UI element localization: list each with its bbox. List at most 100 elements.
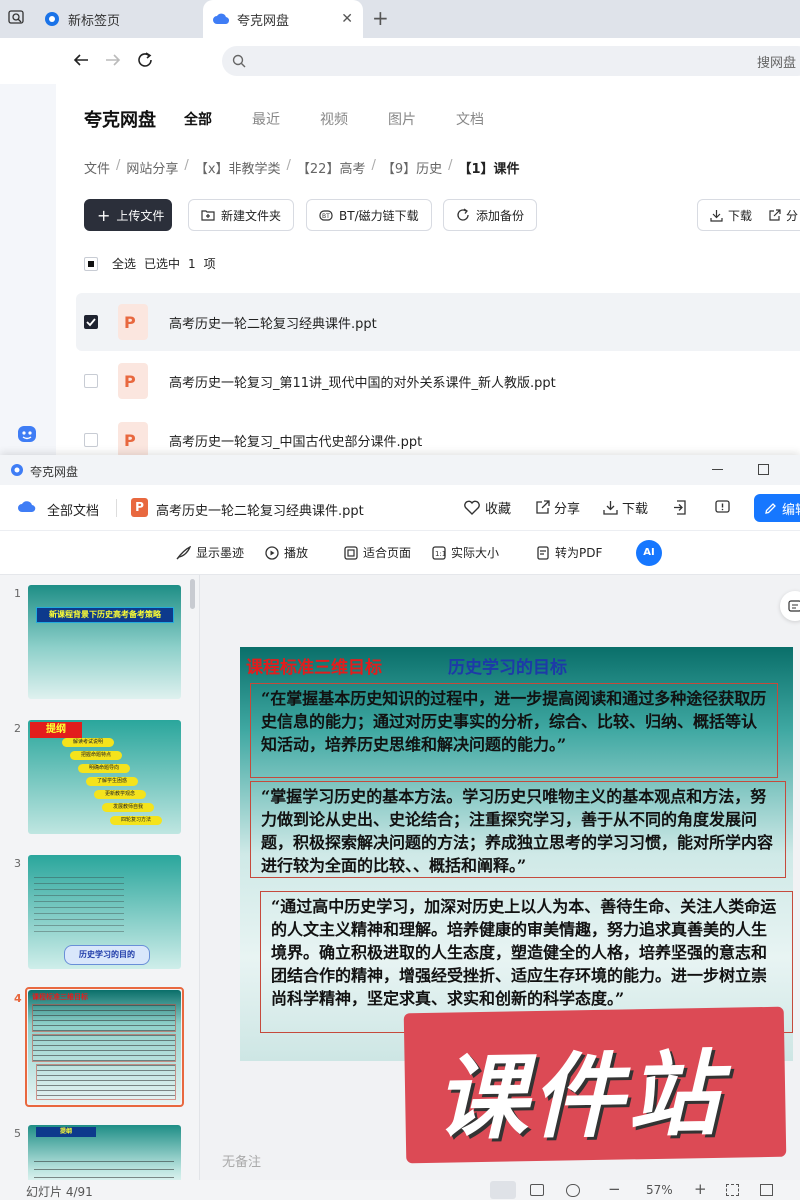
search-icon [232, 54, 246, 68]
select-all-checkbox[interactable] [84, 256, 98, 271]
new-folder-button[interactable]: 新建文件夹 [188, 199, 295, 231]
download-icon [603, 501, 618, 515]
share-button[interactable]: 分 [768, 207, 798, 224]
file-checkbox[interactable] [84, 315, 98, 329]
tab-recent[interactable]: 最近 [252, 109, 280, 129]
file-checkbox[interactable] [84, 374, 98, 388]
slide-thumbnail-3[interactable]: 历史学习的目的 [28, 855, 181, 969]
thumbnail-scrollbar[interactable] [190, 579, 195, 609]
report-icon[interactable] [715, 500, 730, 515]
app-logo: 夸克网盘 [84, 110, 156, 131]
viewer-window-title: 夸克网盘 [30, 465, 79, 479]
text-block-placeholder [34, 877, 124, 935]
breadcrumb-item[interactable]: 【9】历史 [382, 158, 442, 177]
language-icon[interactable] [566, 1184, 580, 1197]
fit-page-button[interactable]: 适合页面 [344, 544, 411, 561]
feather-icon [176, 545, 191, 559]
download-button[interactable]: 下载 [603, 498, 648, 517]
selected-unit: 项 [203, 257, 216, 271]
ai-assistant-button[interactable]: AI [636, 540, 662, 566]
new-tab-button[interactable]: + [372, 6, 389, 30]
outline-item: 发展教师自我 [102, 803, 154, 812]
slide-thumbnail-panel: 1 新课程背景下历史高考备考策略 2 提纲 解读考试说明 把握命题特点 明确命题… [0, 575, 200, 1180]
download-button[interactable]: 下载 [710, 207, 752, 224]
file-name[interactable]: 高考历史一轮二轮复习经典课件.ppt [169, 313, 377, 332]
breadcrumb-item[interactable]: 文件 [84, 158, 110, 177]
download-icon [710, 209, 723, 222]
tab-images[interactable]: 图片 [388, 109, 416, 129]
forward-icon[interactable] [104, 51, 122, 69]
add-backup-button[interactable]: 添加备份 [443, 199, 538, 231]
minimize-icon[interactable] [712, 469, 723, 471]
slide-thumbnail-1[interactable]: 新课程背景下历史高考备考策略 [28, 585, 181, 699]
tab-search-icon[interactable] [8, 10, 24, 26]
grid-view-icon[interactable] [530, 1184, 544, 1196]
tab-new-tab[interactable]: 新标签页 [44, 0, 194, 38]
show-ink-button[interactable]: 显示墨迹 [176, 544, 244, 561]
plus-icon: + [97, 205, 111, 225]
new-folder-label: 新建文件夹 [221, 208, 282, 223]
address-bar[interactable]: 搜网盘 [222, 46, 800, 76]
tab-video[interactable]: 视频 [320, 109, 348, 129]
watermark-stamp: 课件站 [403, 1006, 787, 1164]
file-checkbox[interactable] [84, 433, 98, 447]
file-name[interactable]: 高考历史一轮复习_第11讲_现代中国的对外关系课件_新人教版.ppt [169, 372, 556, 391]
zoom-in-icon[interactable]: + [694, 1180, 707, 1198]
ppt-file-icon: P [131, 498, 148, 517]
slide-thumbnail-5[interactable]: 提纲 [28, 1125, 181, 1180]
divider [116, 499, 117, 517]
slide-counter: 幻灯片 4/91 [26, 1185, 93, 1199]
thumbnail-title: 新课程背景下历史高考备考策略 [36, 607, 174, 623]
export-icon[interactable] [673, 500, 687, 515]
normal-view-icon[interactable] [490, 1181, 516, 1199]
favorite-button[interactable]: 收藏 [463, 498, 511, 517]
assistant-icon[interactable] [17, 424, 37, 444]
close-tab-icon[interactable]: ✕ [341, 11, 353, 27]
file-row[interactable]: P 高考历史一轮二轮复习经典课件.ppt [76, 293, 800, 351]
slide-tool-icon[interactable] [780, 591, 800, 621]
bt-download-button[interactable]: BT BT/磁力链下载 [306, 199, 432, 231]
edit-button[interactable]: 编辑 [754, 494, 800, 522]
all-docs-link[interactable]: 全部文档 [47, 500, 99, 519]
fullscreen-icon[interactable] [760, 1184, 773, 1196]
convert-pdf-button[interactable]: 转为PDF [536, 544, 602, 561]
favorite-label: 收藏 [485, 502, 512, 517]
fit-icon[interactable] [726, 1184, 739, 1196]
text-block-placeholder [32, 1004, 176, 1032]
select-all-label[interactable]: 全选 [112, 255, 136, 272]
slide-thumbnail-4[interactable]: 课程标准三维目标 [28, 990, 181, 1104]
cloud-icon [18, 500, 36, 514]
breadcrumb-item[interactable]: 【x】非教学类 [195, 158, 281, 177]
thumbnail-number: 2 [14, 722, 21, 735]
maximize-icon[interactable] [758, 464, 769, 475]
outline-item: 更新教学观念 [94, 790, 146, 799]
share-label: 分 [786, 208, 799, 223]
download-share-group: 下载 分 [697, 199, 800, 231]
pdf-icon [537, 545, 549, 560]
slide-title: 课程标准三维目标 [246, 658, 382, 678]
pencil-icon [765, 502, 776, 514]
slide-paragraph-1: “在掌握基本历史知识的过程中，进一步提高阅读和通过多种途径获取历史信息的能力；通… [250, 683, 778, 778]
back-icon[interactable] [72, 51, 90, 69]
file-row[interactable]: P 高考历史一轮复习_第11讲_现代中国的对外关系课件_新人教版.ppt [76, 352, 800, 410]
tab-docs[interactable]: 文档 [456, 109, 484, 129]
breadcrumb-item[interactable]: 网站分享 [126, 158, 178, 177]
slide-thumbnail-2[interactable]: 提纲 解读考试说明 把握命题特点 明确命题导向 了解学生困惑 更新教学观念 发展… [28, 720, 181, 834]
tab-all[interactable]: 全部 [184, 109, 212, 129]
share-button[interactable]: 分享 [535, 498, 580, 517]
globe-icon [45, 12, 59, 26]
notes-placeholder: 无备注 [222, 1155, 262, 1170]
play-button[interactable]: 播放 [265, 544, 308, 561]
actual-size-label: 实际大小 [451, 546, 500, 560]
breadcrumb-item[interactable]: 【22】高考 [297, 158, 366, 177]
reload-icon[interactable] [136, 51, 154, 69]
actual-size-button[interactable]: 1:1 实际大小 [432, 544, 499, 561]
tab-label: 夸克网盘 [237, 13, 290, 29]
zoom-out-icon[interactable]: − [608, 1180, 621, 1198]
tab-quark-drive[interactable]: 夸克网盘 ✕ [203, 0, 363, 38]
upload-label: 上传文件 [116, 208, 165, 223]
upload-button[interactable]: + 上传文件 [84, 199, 172, 231]
file-name[interactable]: 高考历史一轮复习_中国古代史部分课件.ppt [169, 431, 422, 450]
play-icon [265, 545, 279, 560]
download-label: 下载 [728, 208, 753, 223]
